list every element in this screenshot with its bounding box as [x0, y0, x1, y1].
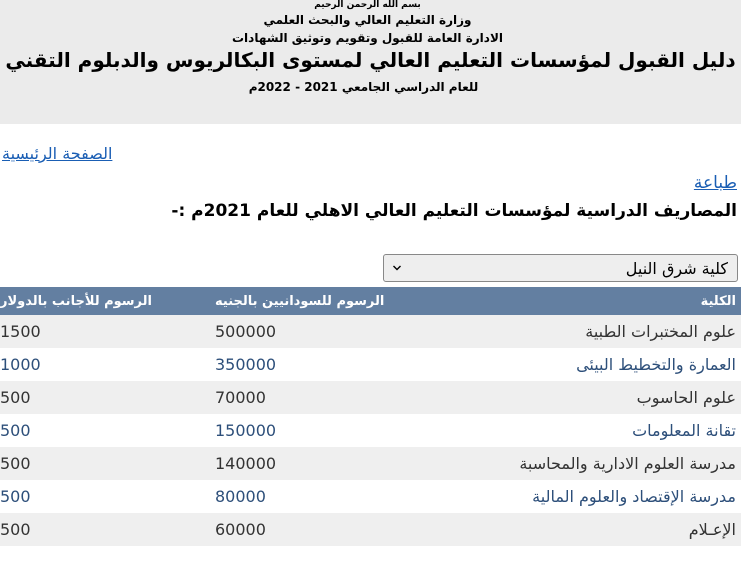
academic-year: للعام الدراسي الجامعي 2021 - 2022م	[248, 80, 479, 94]
column-header-foreign-fees: الرسوم للأجانب بالدولار	[0, 287, 215, 315]
table-row: علوم الحاسوب 70000 500	[0, 381, 741, 414]
sudanese-fee-cell: 140000	[215, 447, 428, 480]
table-row: مدرسة العلوم الادارية والمحاسبة 140000 5…	[0, 447, 741, 480]
fees-table: الكلية الرسوم للسودانيين بالجنيه الرسوم …	[0, 287, 741, 546]
basmala: بسم الله الرحمن الرحيم	[314, 0, 421, 10]
print-link[interactable]: طباعة	[694, 173, 737, 193]
college-cell: الإعـلام	[428, 513, 741, 546]
college-cell: العمارة والتخطيط البيئى	[428, 348, 741, 381]
foreign-fee-cell: 1000	[0, 348, 215, 381]
home-link[interactable]: الصفحة الرئيسية	[2, 144, 112, 163]
foreign-fee-cell: 1500	[0, 315, 215, 348]
table-header-row: الكلية الرسوم للسودانيين بالجنيه الرسوم …	[0, 287, 741, 315]
college-cell: تقانة المعلومات	[428, 414, 741, 447]
college-cell: مدرسة الإقتصاد والعلوم المالية	[428, 480, 741, 513]
foreign-fee-cell: 500	[0, 513, 215, 546]
sudanese-fee-cell: 80000	[215, 480, 428, 513]
table-row: تقانة المعلومات 150000 500	[0, 414, 741, 447]
sudanese-fee-cell: 150000	[215, 414, 428, 447]
fees-title: المصاريف الدراسية لمؤسسات التعليم العالي…	[171, 201, 737, 221]
table-row: العمارة والتخطيط البيئى 350000 1000	[0, 348, 741, 381]
college-select[interactable]: كلية شرق النيل	[383, 254, 738, 282]
column-header-college: الكلية	[428, 287, 741, 315]
ministry-name: وزارة التعليم العالي والبحث العلمي	[263, 13, 472, 27]
sudanese-fee-cell: 350000	[215, 348, 428, 381]
column-header-sudanese-fees: الرسوم للسودانيين بالجنيه	[215, 287, 428, 315]
foreign-fee-cell: 500	[0, 414, 215, 447]
page-header: بسم الله الرحمن الرحيم وزارة التعليم الع…	[0, 0, 741, 124]
page-title: دليل القبول لمؤسسات التعليم العالي لمستو…	[5, 48, 736, 72]
department-name: الادارة العامة للقبول وتقويم وتوثيق الشه…	[231, 31, 504, 45]
sudanese-fee-cell: 500000	[215, 315, 428, 348]
foreign-fee-cell: 500	[0, 480, 215, 513]
college-select-value: كلية شرق النيل	[625, 259, 728, 278]
foreign-fee-cell: 500	[0, 447, 215, 480]
sudanese-fee-cell: 70000	[215, 381, 428, 414]
table-row: علوم المختبرات الطبية 500000 1500	[0, 315, 741, 348]
chevron-down-icon	[393, 265, 401, 271]
sudanese-fee-cell: 60000	[215, 513, 428, 546]
foreign-fee-cell: 500	[0, 381, 215, 414]
college-cell: علوم المختبرات الطبية	[428, 315, 741, 348]
college-cell: علوم الحاسوب	[428, 381, 741, 414]
college-cell: مدرسة العلوم الادارية والمحاسبة	[428, 447, 741, 480]
table-row: الإعـلام 60000 500	[0, 513, 741, 546]
table-row: مدرسة الإقتصاد والعلوم المالية 80000 500	[0, 480, 741, 513]
